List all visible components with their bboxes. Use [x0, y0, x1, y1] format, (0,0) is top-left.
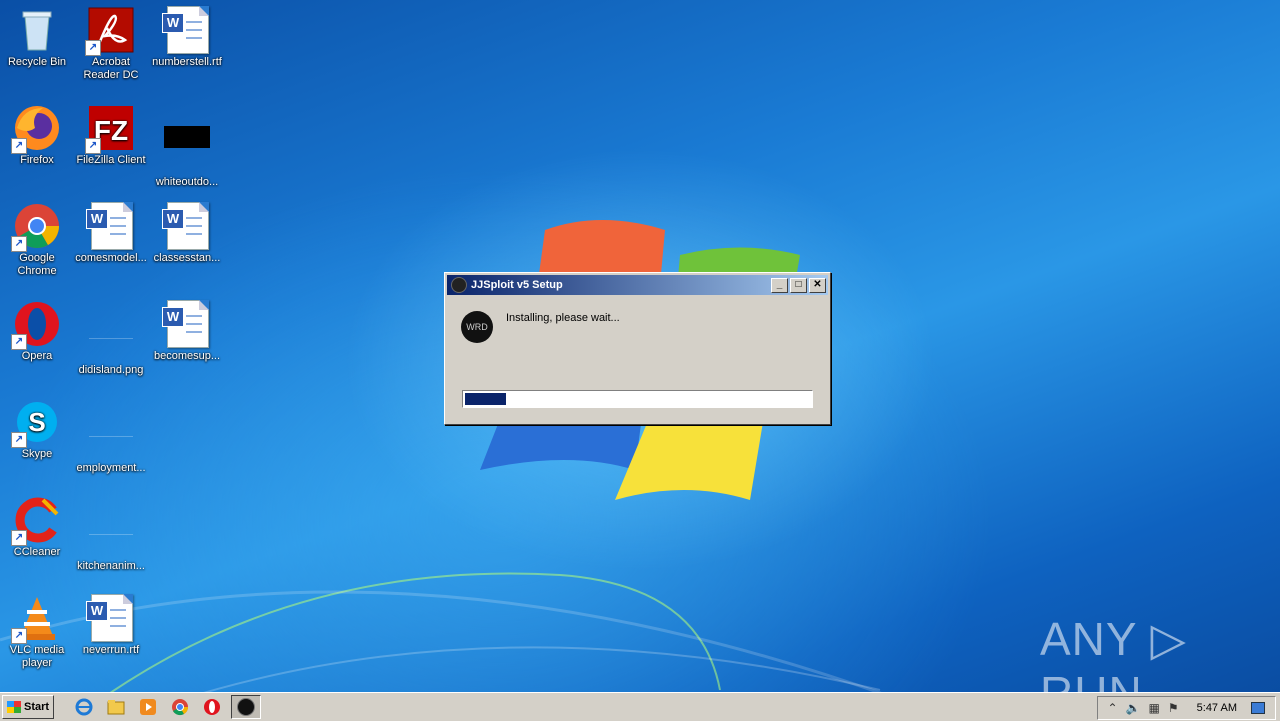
desktop-icon-neverrun[interactable]: W neverrun.rtf [74, 594, 148, 657]
filezilla-icon: FZ ↗ [85, 104, 135, 154]
media-player-icon[interactable] [137, 696, 159, 718]
desktop-icon-becomesup[interactable]: W becomesup... [150, 300, 224, 363]
progress-fill [465, 393, 507, 405]
shortcut-arrow-icon: ↗ [11, 628, 27, 644]
word-doc-icon: W [86, 202, 135, 250]
installer-logo-icon: WRD [461, 311, 493, 343]
jjsploit-icon [237, 698, 256, 716]
desktop-icon-opera[interactable]: ↗ Opera [0, 300, 74, 363]
desktop-icon-whiteoutdo[interactable]: whiteoutdo... [150, 104, 224, 189]
taskbar-jjsploit-button[interactable] [231, 695, 262, 719]
file-icon [87, 412, 135, 460]
chrome-taskbar-icon[interactable] [169, 696, 191, 718]
word-doc-icon: W [86, 594, 135, 642]
shortcut-arrow-icon: ↗ [11, 432, 27, 448]
icon-label: Acrobat Reader DC [83, 56, 139, 81]
acrobat-icon: ↗ [85, 6, 135, 56]
quick-launch [68, 696, 228, 718]
icon-label: didisland.png [78, 364, 144, 376]
file-explorer-icon[interactable] [105, 696, 127, 718]
icon-label: employment... [76, 462, 146, 474]
word-doc-icon: W [162, 6, 211, 54]
start-label: Start [24, 701, 50, 713]
volume-icon[interactable]: 🔈 [1126, 701, 1141, 715]
icon-label: classesstan... [153, 252, 221, 264]
opera-taskbar-icon[interactable] [201, 696, 223, 718]
desktop-icon-classesstan[interactable]: W classesstan... [150, 202, 224, 265]
word-doc-icon: W [162, 202, 211, 250]
dialog-title: JJSploit v5 Setup [471, 279, 563, 291]
icon-label: kitchenanim... [77, 560, 145, 572]
vlc-icon: ↗ [11, 594, 61, 644]
shortcut-arrow-icon: ↗ [11, 530, 27, 546]
taskbar: Start ⌃ 🔈 ▦ ⚑ 5:47 AM [0, 692, 1280, 721]
start-button[interactable]: Start [2, 695, 55, 719]
icon-label: FileZilla Client [76, 154, 146, 166]
dialog-titlebar[interactable]: JJSploit v5 Setup _ □ ✕ [447, 275, 828, 295]
desktop-icon-filezilla[interactable]: FZ ↗ FileZilla Client [74, 104, 148, 167]
icon-label: Firefox [20, 154, 54, 166]
close-button[interactable]: ✕ [809, 277, 826, 293]
icon-label: Recycle Bin [7, 56, 67, 68]
icon-label: CCleaner [13, 546, 61, 558]
maximize-button[interactable]: □ [790, 277, 807, 293]
desktop-icon-firefox[interactable]: ↗ Firefox [0, 104, 74, 167]
icon-label: becomesup... [153, 350, 221, 362]
desktop-icon-kitchenanim[interactable]: kitchenanim... [74, 496, 148, 573]
desktop-icon-employment[interactable]: employment... [74, 398, 148, 475]
desktop-icon-recycle-bin[interactable]: Recycle Bin [0, 6, 74, 69]
file-icon [87, 510, 135, 558]
shortcut-arrow-icon: ↗ [11, 138, 27, 154]
skype-icon: S ↗ [11, 398, 61, 448]
desktop-icon-chrome[interactable]: ↗ Google Chrome [0, 202, 74, 278]
chrome-icon: ↗ [11, 202, 61, 252]
desktop-icon-skype[interactable]: S ↗ Skype [0, 398, 74, 461]
svg-text:S: S [28, 407, 45, 437]
system-tray: ⌃ 🔈 ▦ ⚑ 5:47 AM [1096, 696, 1276, 720]
desktop-icon-comesmodel[interactable]: W comesmodel... [74, 202, 148, 265]
icon-label: Opera [21, 350, 53, 362]
windows-flag-icon [7, 701, 21, 713]
icon-label: VLC media player [9, 644, 65, 669]
ccleaner-icon: ↗ [11, 496, 61, 546]
setup-dialog: JJSploit v5 Setup _ □ ✕ WRD Installing, … [444, 272, 831, 425]
shortcut-arrow-icon: ↗ [85, 40, 101, 56]
recycle-bin-icon [13, 6, 61, 54]
minimize-button[interactable]: _ [771, 277, 788, 293]
icon-label: Skype [21, 448, 53, 460]
action-center-flag-icon[interactable]: ⚑ [1168, 701, 1179, 715]
desktop-icon-ccleaner[interactable]: ↗ CCleaner [0, 496, 74, 559]
network-icon[interactable]: ▦ [1149, 701, 1160, 715]
desktop-icon-vlc[interactable]: ↗ VLC media player [0, 594, 74, 670]
icon-label: numberstell.rtf [152, 56, 222, 68]
icon-label: comesmodel... [75, 252, 147, 264]
app-icon [451, 277, 467, 293]
icon-label: whiteoutdo... [155, 176, 219, 188]
icon-label: Google Chrome [17, 252, 57, 277]
icon-label: neverrun.rtf [82, 644, 140, 656]
word-doc-icon: W [162, 300, 211, 348]
firefox-icon: ↗ [11, 104, 61, 154]
show-desktop-icon[interactable] [1251, 702, 1265, 714]
shortcut-arrow-icon: ↗ [11, 236, 27, 252]
black-image-icon [163, 126, 211, 174]
shortcut-arrow-icon: ↗ [11, 334, 27, 350]
desktop-icon-acrobat[interactable]: ↗ Acrobat Reader DC [74, 6, 148, 82]
desktop-icon-numberstell[interactable]: W numberstell.rtf [150, 6, 224, 69]
image-file-icon [87, 314, 135, 362]
desktop-icon-didisland[interactable]: didisland.png [74, 300, 148, 377]
internet-explorer-icon[interactable] [73, 696, 95, 718]
shortcut-arrow-icon: ↗ [85, 138, 101, 154]
progress-bar [462, 390, 813, 408]
opera-icon: ↗ [11, 300, 61, 350]
clock[interactable]: 5:47 AM [1197, 702, 1237, 714]
show-hidden-icons-icon[interactable]: ⌃ [1108, 701, 1118, 715]
status-message: Installing, please wait... [506, 312, 620, 324]
